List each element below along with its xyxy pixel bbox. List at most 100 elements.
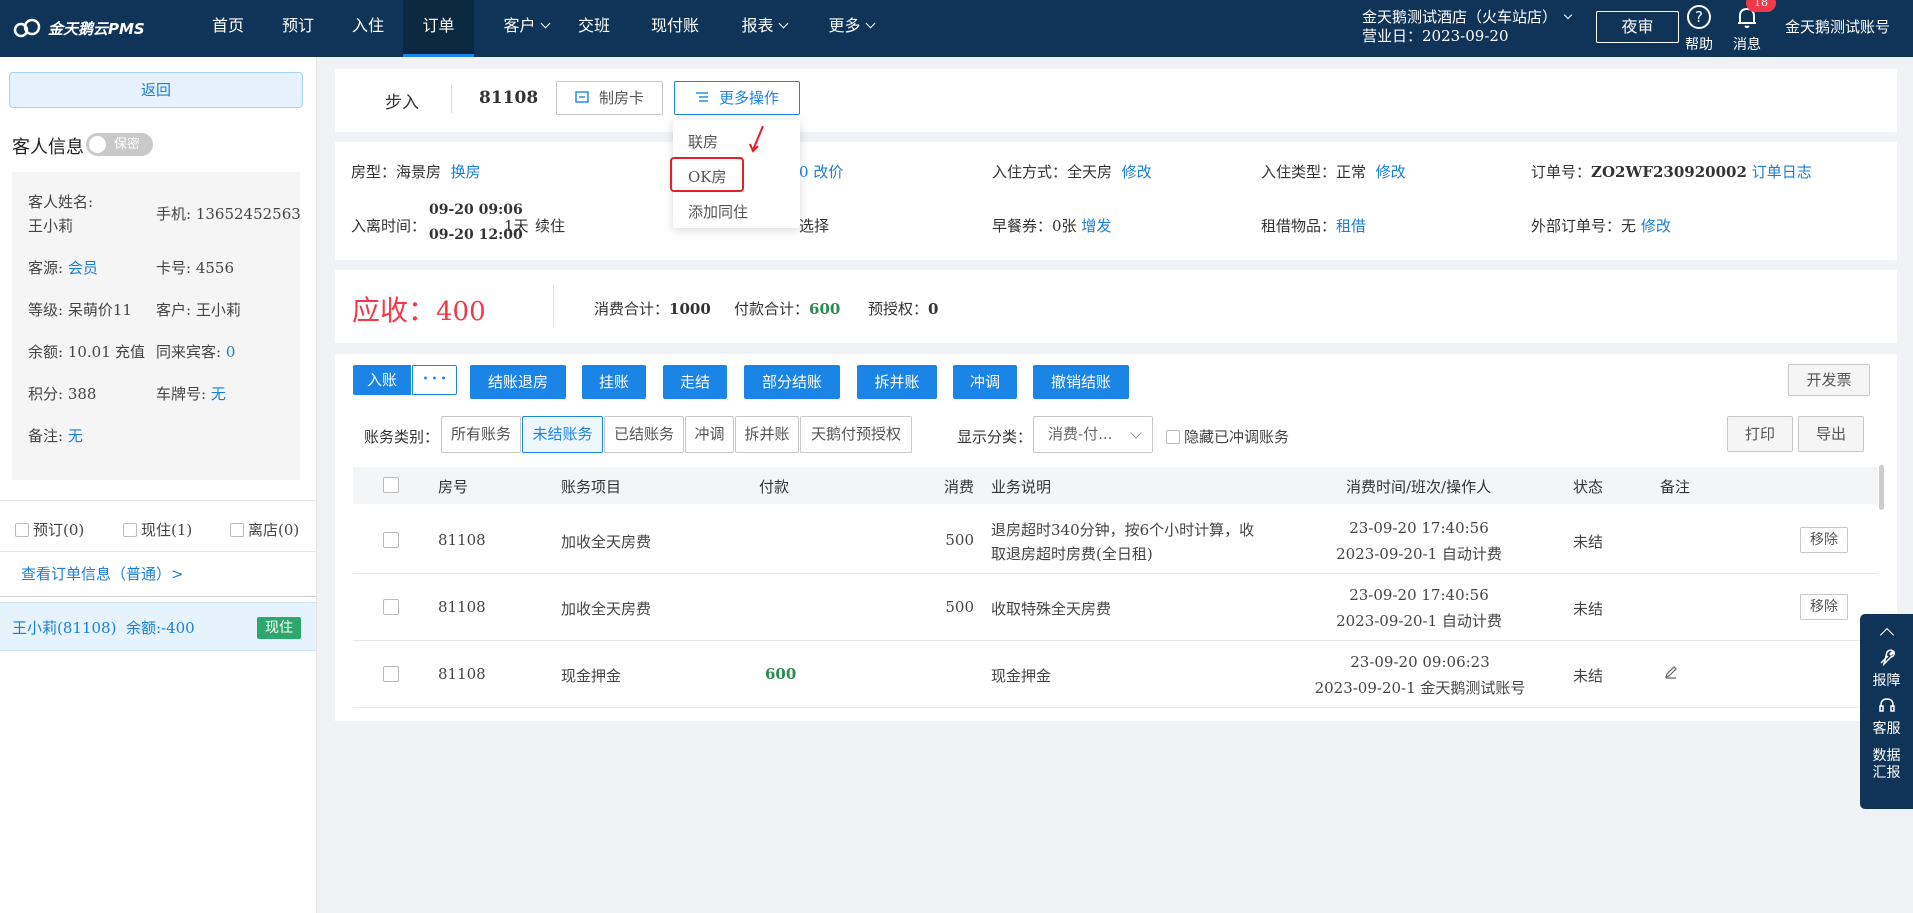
more-operations-button[interactable]: 更多操作 [674, 81, 800, 115]
field-label: 入住类型： [1261, 163, 1337, 181]
room-entry-label[interactable]: 王小莉(81108) 余额:-400 [12, 617, 195, 638]
modify-link[interactable]: 修改 [1641, 217, 1671, 235]
category-split-merge[interactable]: 拆并账 [735, 416, 799, 453]
collapse-up-icon[interactable] [1879, 627, 1894, 643]
remove-button[interactable]: 移除 [1800, 594, 1848, 620]
hide-adjusted-checkbox[interactable]: 隐藏已冲调账务 [1166, 426, 1289, 447]
nav-label: 客户 [503, 16, 536, 35]
chevron-down-icon [540, 18, 550, 29]
adjust-button[interactable]: 冲调 [953, 365, 1017, 399]
field-label: 预授权： [868, 300, 929, 318]
order-number-field: 订单号：ZO2WF230920002 订单日志 [1531, 161, 1812, 182]
select-all-checkbox[interactable] [383, 477, 399, 493]
recharge-link[interactable]: 充值 [115, 341, 145, 362]
nav-orders[interactable]: 订单 [403, 0, 474, 57]
customer-service-button[interactable]: 客服 [1860, 696, 1913, 738]
nav-label: 入住 [351, 16, 384, 35]
category-unsettled[interactable]: 未结账务 [522, 416, 603, 453]
cell-room: 81108 [438, 665, 486, 683]
checkin-method-field: 入住方式：全天房 修改 [992, 161, 1152, 182]
menu-item-link-room[interactable]: 联房 [688, 131, 718, 152]
nav-more[interactable]: 更多 [815, 0, 887, 57]
modify-link[interactable]: 修改 [1376, 163, 1406, 181]
category-adjusted[interactable]: 冲调 [685, 416, 734, 453]
partial-settle-button[interactable]: 部分结账 [744, 365, 840, 399]
back-button[interactable]: 返回 [9, 72, 303, 108]
source-link[interactable]: 会员 [68, 259, 98, 277]
privacy-toggle[interactable]: 保密 [86, 133, 153, 156]
guest-customer: 客户: 王小莉 [156, 301, 241, 319]
checkbox[interactable] [230, 522, 244, 537]
nav-reservation[interactable]: 预订 [272, 0, 324, 57]
split-merge-button[interactable]: 拆并账 [857, 365, 937, 399]
checkbox[interactable] [123, 522, 137, 537]
row-checkbox[interactable] [383, 532, 399, 548]
data-report-button[interactable]: 数据 汇报 [1860, 748, 1913, 782]
plate-link[interactable]: 无 [211, 385, 226, 403]
category-preauth[interactable]: 天鹅付预授权 [800, 416, 912, 453]
nav-handover[interactable]: 交班 [568, 0, 620, 57]
modify-link[interactable]: 修改 [1122, 163, 1152, 181]
cell-status: 未结 [1573, 600, 1604, 618]
issue-invoice-button[interactable]: 开发票 [1788, 364, 1870, 396]
extend-stay-link[interactable]: 续住 [535, 215, 565, 236]
hide-adjusted-label: 隐藏已冲调账务 [1184, 428, 1290, 446]
row-checkbox[interactable] [383, 599, 399, 615]
order-log-link[interactable]: 订单日志 [1752, 163, 1812, 181]
post-charge-button[interactable]: 入账 [353, 365, 411, 395]
rent-link[interactable]: 租借 [1336, 217, 1366, 235]
col-remark: 备注 [1660, 478, 1691, 496]
edit-icon[interactable] [1664, 665, 1678, 679]
remove-button[interactable]: 移除 [1800, 527, 1848, 553]
view-order-info-link[interactable]: 查看订单信息（普通）> [21, 563, 184, 584]
checkbox[interactable] [15, 522, 29, 537]
app-logo[interactable]: 金天鹅云PMS [12, 14, 145, 42]
walk-settle-button[interactable]: 走结 [663, 365, 727, 399]
nav-customers[interactable]: 客户 [490, 0, 562, 57]
cell-description-line2: 取退房超时房费(全日租) [991, 545, 1153, 563]
category-all[interactable]: 所有账务 [441, 416, 521, 453]
filter-checked-out[interactable]: 离店(0) [230, 519, 299, 540]
remark-link[interactable]: 无 [68, 427, 83, 445]
nav-home[interactable]: 首页 [202, 0, 254, 57]
make-card-button[interactable]: 制房卡 [556, 81, 663, 115]
hotel-selector[interactable]: 金天鹅测试酒店（火车站店） 营业日：2023-09-20 [1362, 8, 1573, 46]
help-button[interactable]: ? 帮助 [1683, 4, 1715, 54]
cancel-settle-button[interactable]: 撤销结账 [1033, 365, 1129, 399]
external-order-field: 外部订单号：无 修改 [1531, 215, 1671, 236]
nav-cash-account[interactable]: 现付账 [644, 0, 706, 57]
filter-in-house[interactable]: 现住(1) [123, 519, 192, 540]
category-settled[interactable]: 已结账务 [604, 416, 684, 453]
cell-status: 未结 [1573, 667, 1604, 685]
cell-item: 加收全天房费 [561, 533, 652, 551]
table-scrollbar[interactable] [1879, 465, 1884, 510]
svg-text:?: ? [1695, 8, 1703, 26]
filter-reserved[interactable]: 预订(0) [15, 519, 84, 540]
checkout-button[interactable]: 结账退房 [470, 365, 566, 399]
checkbox[interactable] [1166, 429, 1180, 444]
help-icon: ? [1687, 5, 1711, 29]
night-audit-button[interactable]: 夜审 [1596, 11, 1679, 43]
display-select[interactable]: 消费-付... [1033, 416, 1153, 453]
issue-breakfast-link[interactable]: 增发 [1081, 217, 1111, 235]
account-menu[interactable]: 金天鹅测试账号 [1785, 16, 1890, 37]
select-link[interactable]: 选择 [799, 215, 829, 236]
display-select-value: 消费-付... [1048, 425, 1113, 443]
payment-total: 付款合计：600 [734, 298, 840, 319]
change-price-link[interactable]: 改价 [813, 163, 843, 181]
source-label: 客源: [28, 259, 64, 277]
nav-reports[interactable]: 报表 [728, 0, 800, 57]
hang-account-button[interactable]: 挂账 [582, 365, 646, 399]
report-fault-button[interactable]: 报障 [1860, 648, 1913, 690]
row-divider [353, 640, 1878, 641]
row-divider [353, 573, 1878, 574]
row-checkbox[interactable] [383, 666, 399, 682]
print-button[interactable]: 打印 [1727, 416, 1793, 452]
nav-checkin[interactable]: 入住 [342, 0, 394, 57]
guest-name-link[interactable]: 王小莉 [28, 215, 73, 236]
change-room-link[interactable]: 换房 [451, 163, 481, 181]
post-more-button[interactable]: • • • [412, 365, 457, 395]
companions-link[interactable]: 0 [226, 343, 236, 361]
menu-item-add-cohabitant[interactable]: 添加同住 [688, 201, 748, 222]
export-button[interactable]: 导出 [1798, 416, 1864, 452]
